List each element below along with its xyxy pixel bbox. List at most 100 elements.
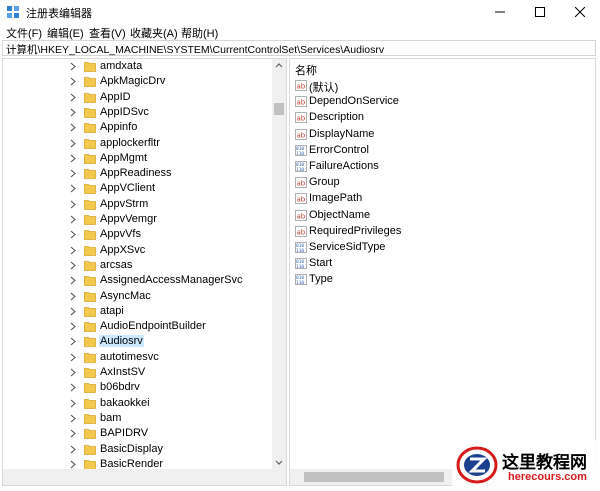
chevron-right-icon[interactable] xyxy=(69,307,77,316)
chevron-right-icon[interactable] xyxy=(69,445,77,454)
tree-item[interactable]: AppMgmt xyxy=(3,151,271,166)
chevron-right-icon[interactable] xyxy=(69,292,77,301)
scroll-up-icon[interactable] xyxy=(275,62,283,68)
chevron-right-icon[interactable] xyxy=(69,337,77,346)
menu-view[interactable]: 查看(V) xyxy=(89,25,126,41)
values-scroll-thumb[interactable] xyxy=(304,472,444,482)
svg-text:ab: ab xyxy=(297,131,306,139)
tree-item[interactable]: AsyncMac xyxy=(3,289,271,304)
tree-item[interactable]: ApkMagicDrv xyxy=(3,74,271,89)
tree-item-label: Appinfo xyxy=(100,121,138,134)
chevron-right-icon[interactable] xyxy=(69,93,77,102)
tree-item[interactable]: BAPIDRV xyxy=(3,426,271,441)
menu-edit[interactable]: 编辑(E) xyxy=(47,25,84,41)
menu-file[interactable]: 文件(F) xyxy=(6,25,42,41)
chevron-right-icon[interactable] xyxy=(69,200,77,209)
tree-item[interactable]: autotimesvc xyxy=(3,350,271,365)
value-name: Start xyxy=(309,257,333,270)
watermark-url: herecours.com xyxy=(508,471,587,483)
tree-item-label: Audiosrv xyxy=(99,335,144,348)
tree-item[interactable]: AppvStrm xyxy=(3,197,271,212)
tree-item[interactable]: AppvVemgr xyxy=(3,212,271,227)
tree-item[interactable]: AppIDSvc xyxy=(3,105,271,120)
string-value-icon: ab xyxy=(295,225,307,237)
folder-icon xyxy=(84,306,96,317)
chevron-right-icon[interactable] xyxy=(69,62,77,71)
value-name: ErrorControl xyxy=(309,143,369,156)
scroll-down-icon[interactable] xyxy=(275,460,283,466)
tree-scroll-thumb[interactable] xyxy=(274,103,284,115)
tree-item[interactable]: AppXSvc xyxy=(3,243,271,258)
tree-item[interactable]: bakaokkei xyxy=(3,396,271,411)
menu-favorites[interactable]: 收藏夹(A) xyxy=(130,25,178,41)
chevron-right-icon[interactable] xyxy=(69,215,77,224)
value-row[interactable]: 010 110 Type xyxy=(290,272,590,288)
tree-item[interactable]: Appinfo xyxy=(3,120,271,135)
watermark-title: 这里教程网 xyxy=(502,453,587,473)
menu-help[interactable]: 帮助(H) xyxy=(181,25,218,41)
value-row[interactable]: ab ImagePath xyxy=(290,191,590,207)
value-row[interactable]: 010 110 ServiceSidType xyxy=(290,240,590,256)
tree-item[interactable]: amdxata xyxy=(3,59,271,74)
tree-item[interactable]: AssignedAccessManagerSvc xyxy=(3,273,271,288)
key-tree-pane[interactable]: amdxata ApkMagicDrv AppID AppIDSvc Appinfo ap… xyxy=(2,58,287,486)
tree-vertical-scrollbar[interactable] xyxy=(272,59,286,469)
value-row[interactable]: ab (默认) xyxy=(290,78,590,94)
chevron-right-icon[interactable] xyxy=(69,230,77,239)
tree-item[interactable]: b06bdrv xyxy=(3,380,271,395)
chevron-right-icon[interactable] xyxy=(69,322,77,331)
value-row[interactable]: ab RequiredPrivileges xyxy=(290,224,590,240)
chevron-right-icon[interactable] xyxy=(69,414,77,423)
chevron-right-icon[interactable] xyxy=(69,460,77,469)
chevron-right-icon[interactable] xyxy=(69,261,77,270)
tree-item-label: bam xyxy=(100,411,122,424)
tree-item[interactable]: atapi xyxy=(3,304,271,319)
chevron-right-icon[interactable] xyxy=(69,383,77,392)
tree-horizontal-scrollbar[interactable] xyxy=(3,469,272,485)
value-row[interactable]: ab Description xyxy=(290,110,590,126)
folder-icon xyxy=(84,429,96,440)
tree-item[interactable]: AppID xyxy=(3,90,271,105)
title-bar[interactable]: 注册表编辑器 xyxy=(0,0,600,24)
value-row[interactable]: ab ObjectName xyxy=(290,208,590,224)
chevron-right-icon[interactable] xyxy=(69,139,77,148)
address-bar[interactable]: 计算机\HKEY_LOCAL_MACHINE\SYSTEM\CurrentCon… xyxy=(2,40,596,56)
tree-item[interactable]: AppvVfs xyxy=(3,227,271,242)
tree-item[interactable]: bam xyxy=(3,411,271,426)
chevron-right-icon[interactable] xyxy=(69,429,77,438)
chevron-right-icon[interactable] xyxy=(69,353,77,362)
binary-value-icon: 010110 xyxy=(295,161,307,172)
chevron-right-icon[interactable] xyxy=(69,154,77,163)
minimize-button[interactable] xyxy=(480,0,520,24)
column-header-name[interactable]: 名称 xyxy=(295,62,317,78)
chevron-right-icon[interactable] xyxy=(69,108,77,117)
values-pane[interactable]: 名称 ab (默认) ab DependOnService ab Description a… xyxy=(289,58,596,486)
chevron-right-icon[interactable] xyxy=(69,399,77,408)
tree-item[interactable]: arcsas xyxy=(3,258,271,273)
chevron-right-icon[interactable] xyxy=(69,368,77,377)
tree-item[interactable]: Audiosrv xyxy=(3,334,271,349)
tree-item[interactable]: BasicDisplay xyxy=(3,442,271,457)
chevron-right-icon[interactable] xyxy=(69,276,77,285)
value-row[interactable]: 010 110 FailureActions xyxy=(290,159,590,175)
chevron-right-icon[interactable] xyxy=(69,184,77,193)
value-row[interactable]: ab DependOnService xyxy=(290,94,590,110)
chevron-right-icon[interactable] xyxy=(69,246,77,255)
tree-item[interactable]: AppReadiness xyxy=(3,166,271,181)
maximize-button[interactable] xyxy=(520,0,560,24)
chevron-right-icon[interactable] xyxy=(69,123,77,132)
close-button[interactable] xyxy=(560,0,600,24)
value-row[interactable]: 010 110 Start xyxy=(290,256,590,272)
chevron-right-icon[interactable] xyxy=(69,77,77,86)
folder-icon xyxy=(84,260,96,271)
value-row[interactable]: 010 110 ErrorControl xyxy=(290,143,590,159)
tree-item[interactable]: AxInstSV xyxy=(3,365,271,380)
tree-item-label: AppVClient xyxy=(100,182,156,195)
value-row[interactable]: ab DisplayName xyxy=(290,127,590,143)
string-value-icon: ab xyxy=(295,193,307,205)
tree-item[interactable]: applockerfltr xyxy=(3,136,271,151)
value-row[interactable]: ab Group xyxy=(290,175,590,191)
tree-item[interactable]: AudioEndpointBuilder xyxy=(3,319,271,334)
tree-item[interactable]: AppVClient xyxy=(3,181,271,196)
chevron-right-icon[interactable] xyxy=(69,169,77,178)
